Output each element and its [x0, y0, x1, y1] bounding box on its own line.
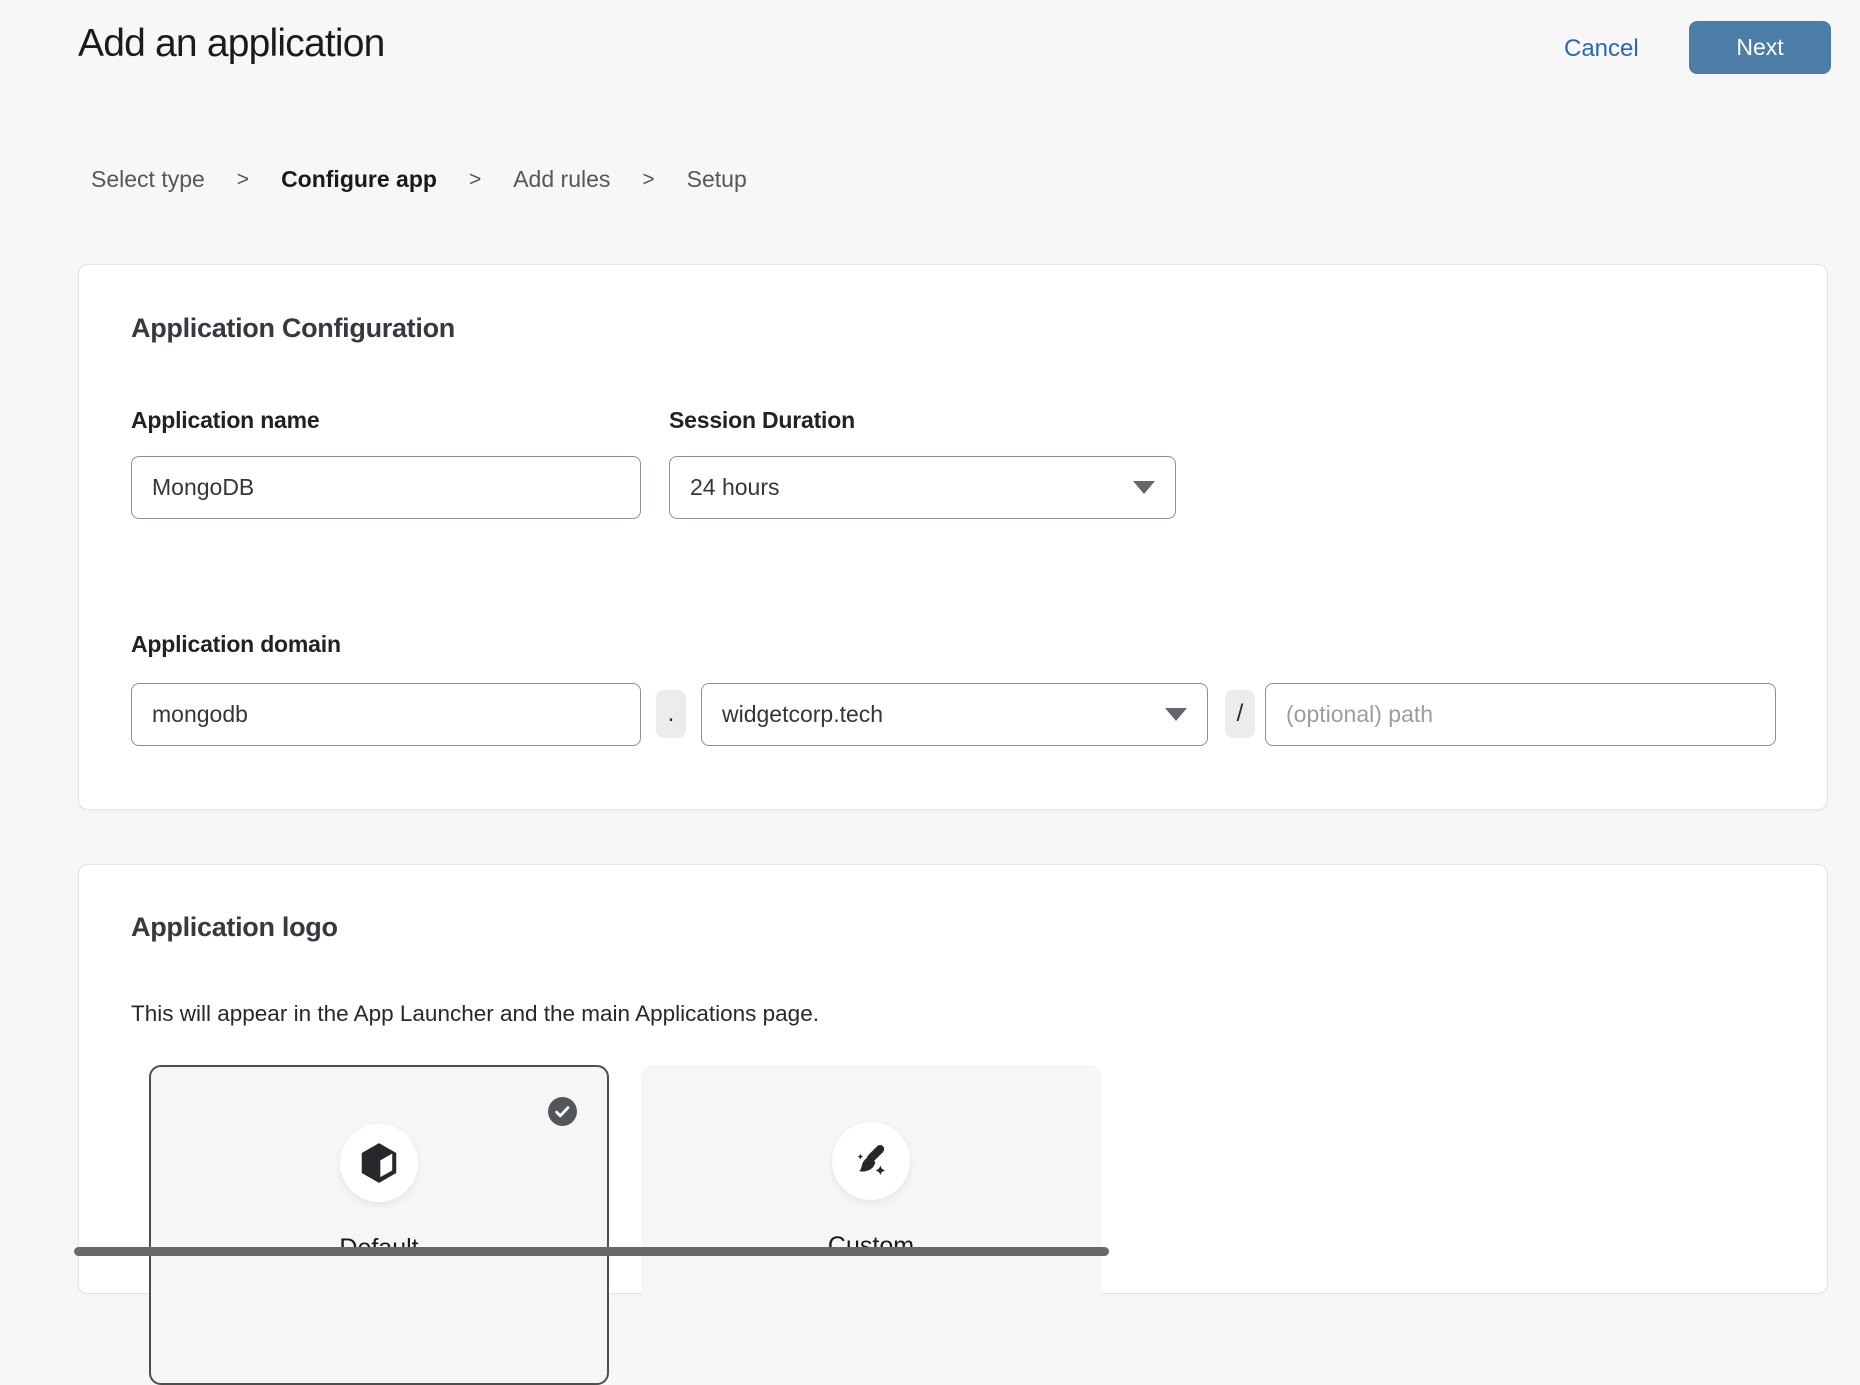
session-duration-label: Session Duration — [669, 407, 855, 434]
dot-separator: . — [656, 690, 686, 738]
session-duration-select[interactable]: 24 hours — [669, 456, 1176, 519]
horizontal-scrollbar-thumb[interactable] — [74, 1247, 1109, 1256]
application-logo-card: Application logo This will appear in the… — [78, 864, 1828, 1294]
section-title-application-logo: Application logo — [131, 912, 338, 943]
logo-option-default[interactable]: Default — [149, 1065, 609, 1385]
paintbrush-icon — [849, 1139, 893, 1183]
subdomain-input[interactable] — [131, 683, 641, 746]
custom-logo-badge — [832, 1122, 910, 1200]
cube-icon — [356, 1140, 402, 1186]
path-input[interactable] — [1265, 683, 1776, 746]
domain-select-value: widgetcorp.tech — [722, 701, 883, 728]
application-logo-description: This will appear in the App Launcher and… — [131, 1001, 819, 1027]
default-logo-badge — [340, 1124, 418, 1202]
check-circle-icon — [548, 1097, 577, 1126]
breadcrumb-step-add-rules[interactable]: Add rules — [513, 166, 610, 193]
logo-option-custom[interactable]: Custom — [641, 1065, 1101, 1385]
chevron-down-icon — [1133, 481, 1155, 494]
session-duration-value: 24 hours — [690, 474, 780, 501]
application-domain-label: Application domain — [131, 631, 341, 658]
breadcrumb: Select type > Configure app > Add rules … — [91, 166, 747, 193]
next-button[interactable]: Next — [1689, 21, 1831, 74]
breadcrumb-step-select-type[interactable]: Select type — [91, 166, 205, 193]
chevron-right-icon: > — [237, 168, 249, 192]
chevron-down-icon — [1165, 708, 1187, 721]
cancel-button[interactable]: Cancel — [1558, 34, 1645, 64]
domain-select[interactable]: widgetcorp.tech — [701, 683, 1208, 746]
slash-separator: / — [1225, 690, 1255, 738]
application-name-input[interactable] — [131, 456, 641, 519]
page-title: Add an application — [78, 22, 385, 66]
chevron-right-icon: > — [469, 168, 481, 192]
application-name-label: Application name — [131, 407, 320, 434]
application-configuration-card: Application Configuration Application na… — [78, 264, 1828, 810]
chevron-right-icon: > — [642, 168, 654, 192]
breadcrumb-step-configure-app[interactable]: Configure app — [281, 166, 437, 193]
section-title-application-configuration: Application Configuration — [131, 313, 455, 344]
breadcrumb-step-setup[interactable]: Setup — [687, 166, 747, 193]
